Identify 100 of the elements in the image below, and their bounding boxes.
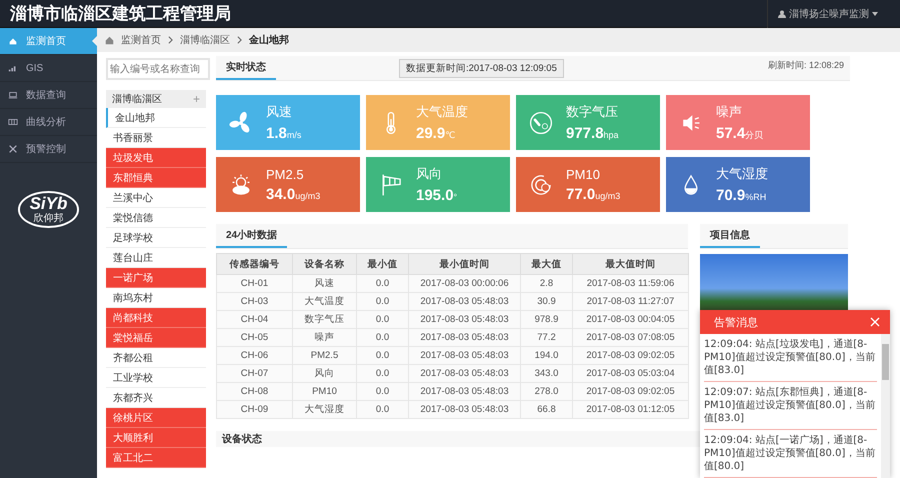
tab[interactable]: 实时状态 [216,56,276,80]
table-cell: 2017-08-03 00:00:06 [408,274,520,292]
table-cell: CH-07 [216,364,292,382]
table-cell: 2017-08-03 05:03:04 [572,364,688,382]
metric-value: 29.9℃ [416,125,456,142]
table-cell: 0.0 [356,346,408,364]
metric-label: PM10 [566,166,601,182]
alert-message: 12:09:07: 站点[东郡恒典]，通道[8-PM10]值超过设定预警值[80.0]，当前值[83.0] [704,382,877,430]
column-header: 最大值时间 [572,254,688,274]
metric-label: 大气湿度 [716,165,768,183]
chevron-icon [168,36,173,44]
table-cell: 0.0 [356,364,408,382]
alert-message: 12:09:04: 站点[一诺广场]，通道[8-PM10]值超过设定预警值[80.0]，当前值[80.0] [704,430,877,478]
table-cell: 2017-08-03 05:48:03 [408,346,520,364]
metric-label: 风向 [416,165,443,183]
scrollbar[interactable] [881,334,890,478]
alert-message: 12:09:04: 站点[垃圾发电]，通道[8-PM10]值超过设定预警值[80.0]，当前值[83.0] [704,334,877,382]
metric-value: 77.0ug/m3 [566,186,620,202]
table-cell: 66.8 [520,400,572,418]
close-icon[interactable] [870,317,880,327]
metric-label: PM2.5 [266,166,305,182]
table-cell: CH-05 [216,328,292,346]
table-cell: 0.0 [356,400,408,418]
update-time-button[interactable]: 数据更新时间:2017-08-03 12:09:05 [399,59,564,78]
table-cell: 978.9 [520,310,572,328]
table-cell: CH-03 [216,292,292,310]
table-cell: PM2.5 [292,346,356,364]
logo: SiYb 欣仰邦 [18,191,80,228]
table-cell: 风向 [292,364,356,382]
table-cell: 大气湿度 [292,400,356,418]
station-item[interactable]: 徐桃片区 [106,408,206,428]
table-cell: 30.9 [520,292,572,310]
table-cell: 2017-08-03 09:02:05 [572,346,688,364]
app-title: 淄博市临淄区建筑工程管理局 [9,3,231,25]
home-icon [105,36,114,44]
home-icon [8,36,18,46]
column-header: 传感器编号 [216,254,292,274]
table-cell: 2.8 [520,274,572,292]
station-item[interactable]: 垃圾发电 [106,148,206,168]
table-cell: CH-09 [216,400,292,418]
station-item[interactable]: 一诺广场 [106,268,206,288]
sidebar-item[interactable]: 数据查询 [0,82,97,109]
table-cell: 194.0 [520,346,572,364]
breadcrumb-link[interactable]: 监测首页 [121,33,161,47]
table-cell: 77.2 [520,328,572,346]
caret-icon [872,12,878,16]
table-cell: 2017-08-03 05:48:03 [408,382,520,400]
metric-label: 噪声 [716,103,743,121]
station-item[interactable]: 棠悦福岳 [106,328,206,348]
breadcrumb-link[interactable]: 淄博临淄区 [180,33,230,47]
grid-icon [8,117,18,127]
metric-label: 大气温度 [416,103,468,121]
popup-title: 告警消息 [714,316,758,330]
table-cell: 风速 [292,274,356,292]
station-item[interactable]: 富工北二 [106,448,206,468]
station-item[interactable]: 金山地邦 [106,108,206,128]
sidebar-item[interactable]: 预警控制 [0,136,97,163]
table-cell: 0.0 [356,274,408,292]
table-cell: 2017-08-03 05:48:03 [408,328,520,346]
tab[interactable]: 24小时数据 [216,224,288,248]
column-header: 最小值时间 [408,254,520,274]
table-cell: 大气温度 [292,292,356,310]
metric-label: 风速 [266,103,293,121]
table-cell: CH-01 [216,274,292,292]
table-cell: 2017-08-03 05:48:03 [408,292,520,310]
metric-label: 数字气压 [566,103,619,121]
column-header: 最小值 [356,254,408,274]
table-cell: 0.0 [356,292,408,310]
chevron-icon [237,36,242,44]
column-header: 设备名称 [292,254,356,274]
table-cell: 278.0 [520,382,572,400]
table-cell: CH-08 [216,382,292,400]
table-cell: 0.0 [356,328,408,346]
table-cell: CH-04 [216,310,292,328]
table-cell: 2017-08-03 11:59:06 [572,274,688,292]
table-cell: PM10 [292,382,356,400]
table-cell: 2017-08-03 09:02:05 [572,382,688,400]
metric-value: 195.0° [416,187,458,204]
table-cell: 2017-08-03 07:08:05 [572,328,688,346]
station-item[interactable]: 大顺胜利 [106,428,206,448]
table-cell: 2017-08-03 01:12:05 [572,400,688,418]
table-cell: CH-06 [216,346,292,364]
table-cell: 2017-08-03 05:48:03 [408,310,520,328]
group-header[interactable]: 淄博临淄区 + [106,90,206,108]
table-cell: 2017-08-03 00:04:05 [572,310,688,328]
sidebar-item[interactable]: GIS [0,55,97,82]
station-item[interactable]: 尚都科技 [106,308,206,328]
gauge-icon [528,110,554,136]
search-field[interactable]: 输入编号或名称查询 [106,58,210,80]
table-cell: 噪声 [292,328,356,346]
table-cell: 数字气压 [292,310,356,328]
station-item[interactable]: 东郡恒典 [106,168,206,188]
refresh-time: 刷新时间: 12:08:29 [768,59,844,72]
table-cell: 2017-08-03 05:48:03 [408,400,520,418]
metric-value: 977.8hpa [566,125,619,142]
breadcrumb-link[interactable]: 金山地邦 [249,33,289,47]
table-cell: 0.0 [356,310,408,328]
sidebar-item[interactable]: 曲线分析 [0,109,97,136]
metric-value: 34.0ug/m3 [266,186,320,202]
column-header: 最大值 [520,254,572,274]
